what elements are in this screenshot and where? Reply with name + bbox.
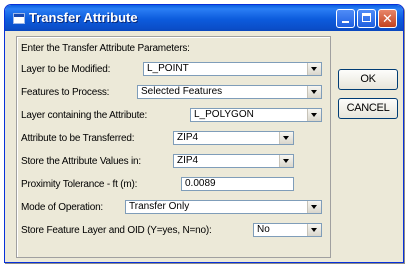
- layer-modified-value: L_POINT: [147, 63, 189, 74]
- store-values-combo[interactable]: ZIP4: [173, 154, 294, 168]
- store-values-value: ZIP4: [177, 155, 199, 166]
- store-feature-layer-combo[interactable]: No: [253, 223, 322, 237]
- chevron-down-icon[interactable]: [307, 86, 321, 98]
- attribute-transferred-combo[interactable]: ZIP4: [173, 131, 294, 145]
- chevron-down-icon[interactable]: [307, 63, 321, 75]
- store-values-label: Store the Attribute Values in:: [21, 156, 142, 167]
- proximity-tolerance-input[interactable]: 0.0089: [181, 177, 294, 191]
- close-icon: ✕: [382, 11, 393, 26]
- maximize-button[interactable]: [357, 9, 376, 28]
- mode-operation-label: Mode of Operation:: [21, 202, 104, 213]
- transfer-attribute-window: Transfer Attribute ✕ Enter the Transfer …: [4, 4, 404, 263]
- layer-modified-label: Layer to be Modified:: [21, 64, 111, 75]
- chevron-down-icon[interactable]: [279, 132, 293, 144]
- app-window-icon: [13, 13, 25, 24]
- features-process-value: Selected Features: [141, 86, 223, 97]
- minimize-button[interactable]: [336, 9, 355, 28]
- layer-containing-combo[interactable]: L_POLYGON: [190, 108, 322, 122]
- parameters-group: Enter the Transfer Attribute Parameters:…: [16, 36, 331, 258]
- attribute-transferred-value: ZIP4: [177, 132, 199, 143]
- proximity-tolerance-label: Proximity Tolerance - ft (m):: [21, 179, 138, 190]
- ok-button[interactable]: OK: [338, 69, 398, 90]
- minimize-icon: [342, 21, 349, 23]
- close-button[interactable]: ✕: [378, 9, 397, 28]
- features-process-label: Features to Process:: [21, 87, 110, 98]
- title-bar[interactable]: Transfer Attribute ✕: [5, 5, 403, 31]
- chevron-down-icon[interactable]: [307, 224, 321, 236]
- layer-containing-label: Layer containing the Attribute:: [21, 110, 148, 121]
- parameters-heading: Enter the Transfer Attribute Parameters:: [21, 43, 190, 54]
- mode-operation-value: Transfer Only: [129, 201, 190, 212]
- mode-operation-combo[interactable]: Transfer Only: [125, 200, 322, 214]
- store-feature-layer-value: No: [257, 224, 270, 235]
- chevron-down-icon[interactable]: [307, 201, 321, 213]
- maximize-icon: [362, 13, 371, 22]
- proximity-tolerance-value: 0.0089: [185, 178, 216, 189]
- store-feature-layer-label: Store Feature Layer and OID (Y=yes, N=no…: [21, 225, 212, 236]
- cancel-button[interactable]: CANCEL: [338, 98, 398, 119]
- layer-modified-combo[interactable]: L_POINT: [143, 62, 322, 76]
- window-title: Transfer Attribute: [29, 10, 138, 25]
- chevron-down-icon[interactable]: [279, 155, 293, 167]
- chevron-down-icon[interactable]: [307, 109, 321, 121]
- attribute-transferred-label: Attribute to be Transferred:: [21, 133, 135, 144]
- layer-containing-value: L_POLYGON: [194, 109, 254, 120]
- features-process-combo[interactable]: Selected Features: [137, 85, 322, 99]
